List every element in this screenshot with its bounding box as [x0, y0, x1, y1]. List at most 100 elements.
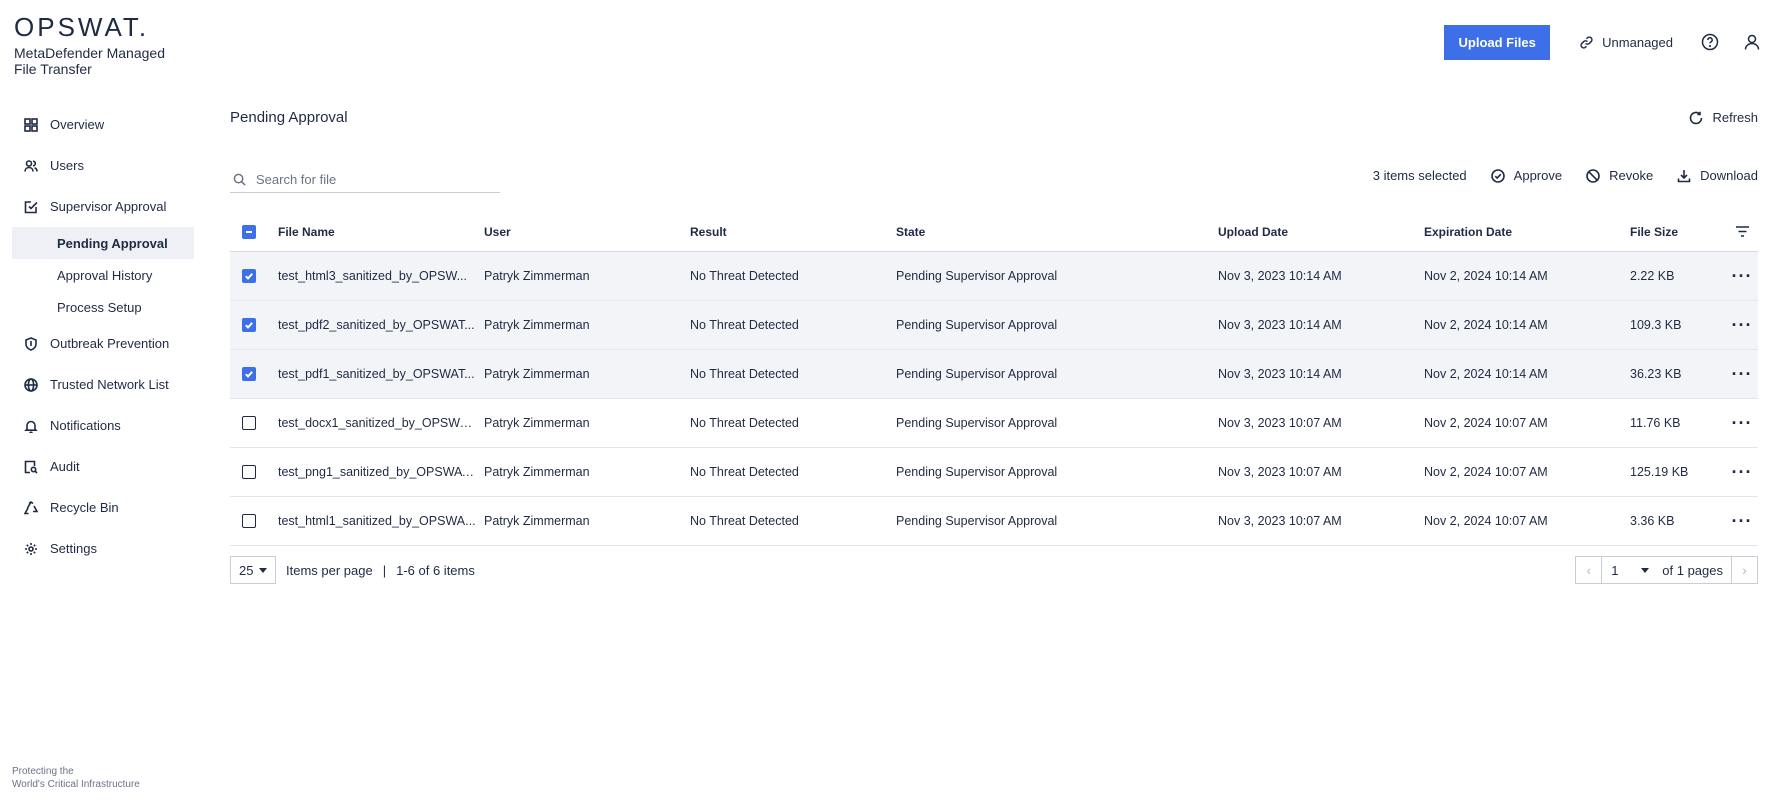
column-header-file-name[interactable]: File Name [278, 225, 484, 239]
sidebar-item-audit[interactable]: Audit [12, 446, 194, 487]
sidebar-subitem-process-setup[interactable]: Process Setup [12, 291, 194, 323]
sidebar-item-label: Users [50, 158, 84, 173]
table-row[interactable]: test_docx1_sanitized_by_OPSWA... Patryk … [230, 399, 1758, 448]
row-checkbox[interactable] [242, 269, 256, 283]
header-actions: Upload Files Unmanaged [1444, 24, 1775, 60]
items-per-page-select[interactable]: 25 [230, 556, 276, 584]
table-row[interactable]: test_png1_sanitized_by_OPSWAT... Patryk … [230, 448, 1758, 497]
search-input[interactable] [256, 171, 486, 187]
upload-date: Nov 3, 2023 10:14 AM [1218, 367, 1342, 381]
more-icon: ··· [1731, 511, 1753, 531]
sidebar-item-supervisor-approval[interactable]: Supervisor Approval [12, 186, 194, 227]
result: No Threat Detected [690, 367, 799, 381]
refresh-button[interactable]: Refresh [1689, 110, 1758, 125]
sidebar: OPSWAT. MetaDefender Managed File Transf… [0, 0, 200, 812]
column-header-user[interactable]: User [484, 225, 690, 239]
row-checkbox[interactable] [242, 465, 256, 479]
sidebar-subitem-approval-history[interactable]: Approval History [12, 259, 194, 291]
ban-icon [1586, 168, 1600, 183]
upload-date: Nov 3, 2023 10:07 AM [1218, 514, 1342, 528]
sidebar-item-label: Outbreak Prevention [50, 336, 170, 351]
page-select[interactable]: 1 [1602, 557, 1658, 583]
audit-icon [24, 460, 38, 474]
file-name[interactable]: test_pdf1_sanitized_by_OPSWAT... [278, 367, 484, 381]
row-checkbox[interactable] [242, 318, 256, 332]
caret-down-icon [259, 567, 267, 573]
column-filter-icon[interactable] [1726, 224, 1758, 239]
upload-date: Nov 3, 2023 10:14 AM [1218, 318, 1342, 332]
file-name[interactable]: test_html3_sanitized_by_OPSW... [278, 269, 484, 283]
unmanaged-link[interactable]: Unmanaged [1580, 35, 1673, 50]
upload-files-button[interactable]: Upload Files [1444, 24, 1551, 60]
chevron-right-icon: › [1742, 562, 1747, 578]
sidebar-item-users[interactable]: Users [12, 145, 194, 186]
logo[interactable]: OPSWAT. MetaDefender Managed File Transf… [14, 14, 174, 77]
approve-button[interactable]: Approve [1490, 168, 1562, 183]
file-name[interactable]: test_png1_sanitized_by_OPSWAT... [278, 465, 484, 479]
check-circle-icon [1490, 168, 1505, 183]
previous-page-button[interactable]: ‹ [1576, 557, 1603, 583]
sidebar-item-outbreak-prevention[interactable]: Outbreak Prevention [12, 323, 194, 364]
items-per-page-value: 25 [239, 562, 254, 578]
upload-date: Nov 3, 2023 10:07 AM [1218, 416, 1342, 430]
bulk-actions: 3 items selected Approve Revoke Download [1373, 168, 1758, 183]
table-row[interactable]: test_pdf2_sanitized_by_OPSWAT... Patryk … [230, 301, 1758, 350]
file-size: 125.19 KB [1630, 465, 1689, 479]
file-name[interactable]: test_docx1_sanitized_by_OPSWA... [278, 416, 484, 430]
approval-check-icon [24, 200, 38, 214]
column-header-expiration-date[interactable]: Expiration Date [1424, 225, 1630, 239]
chevron-left-icon: ‹ [1586, 562, 1592, 578]
column-header-file-size[interactable]: File Size [1630, 225, 1726, 239]
sidebar-item-recycle-bin[interactable]: Recycle Bin [12, 487, 194, 528]
sidebar-subitem-pending-approval[interactable]: Pending Approval [12, 227, 194, 259]
user: Patryk Zimmerman [484, 416, 590, 430]
page-navigator: ‹ 1 of 1 pages › [1575, 556, 1758, 584]
next-page-button[interactable]: › [1731, 557, 1757, 583]
file-size: 11.76 KB [1630, 416, 1681, 430]
sidebar-item-notifications[interactable]: Notifications [12, 405, 194, 446]
file-size: 3.36 KB [1630, 514, 1675, 528]
row-menu-button[interactable]: ··· [1726, 315, 1758, 335]
table-row[interactable]: test_html3_sanitized_by_OPSW... Patryk Z… [230, 252, 1758, 301]
sidebar-item-settings[interactable]: Settings [12, 528, 194, 569]
download-label: Download [1700, 168, 1758, 183]
row-menu-button[interactable]: ··· [1726, 267, 1758, 285]
user-profile-icon[interactable] [1743, 33, 1761, 51]
column-header-result[interactable]: Result [690, 225, 896, 239]
sidebar-item-trusted-network-list[interactable]: Trusted Network List [12, 364, 194, 405]
search-box [230, 166, 500, 193]
download-button[interactable]: Download [1677, 168, 1758, 183]
sidebar-item-label: Overview [50, 117, 105, 132]
total-pages: of 1 pages [1662, 562, 1723, 578]
row-checkbox[interactable] [242, 514, 256, 528]
row-menu-button[interactable]: ··· [1726, 414, 1758, 432]
page-title: Pending Approval [230, 109, 348, 126]
upload-date: Nov 3, 2023 10:07 AM [1218, 465, 1342, 479]
column-header-state[interactable]: State [896, 225, 1218, 239]
more-icon: ··· [1731, 364, 1753, 384]
pagination-info: 25 Items per page | 1-6 of 6 items [230, 556, 475, 584]
row-menu-button[interactable]: ··· [1726, 463, 1758, 481]
row-menu-button[interactable]: ··· [1726, 511, 1758, 531]
column-header-upload-date[interactable]: Upload Date [1218, 225, 1424, 239]
file-name[interactable]: test_html1_sanitized_by_OPSWA... [278, 514, 484, 528]
more-icon: ··· [1731, 315, 1753, 335]
revoke-button[interactable]: Revoke [1586, 168, 1653, 183]
sidebar-item-overview[interactable]: Overview [12, 104, 194, 145]
file-name[interactable]: test_pdf2_sanitized_by_OPSWAT... [278, 318, 484, 332]
row-checkbox[interactable] [242, 416, 256, 430]
table-row[interactable]: test_html1_sanitized_by_OPSWA... Patryk … [230, 497, 1758, 546]
file-size: 36.23 KB [1630, 367, 1682, 381]
state: Pending Supervisor Approval [896, 465, 1058, 479]
bell-icon [24, 419, 38, 433]
tagline-line-1: Protecting the [12, 766, 74, 777]
select-all-checkbox[interactable] [242, 224, 256, 239]
unmanaged-label: Unmanaged [1602, 34, 1673, 50]
help-icon[interactable] [1701, 33, 1719, 51]
row-checkbox[interactable] [242, 367, 256, 381]
current-page: 1 [1611, 562, 1619, 578]
user: Patryk Zimmerman [484, 465, 590, 479]
row-menu-button[interactable]: ··· [1726, 364, 1758, 384]
gear-icon [24, 542, 38, 556]
table-row[interactable]: test_pdf1_sanitized_by_OPSWAT... Patryk … [230, 350, 1758, 399]
